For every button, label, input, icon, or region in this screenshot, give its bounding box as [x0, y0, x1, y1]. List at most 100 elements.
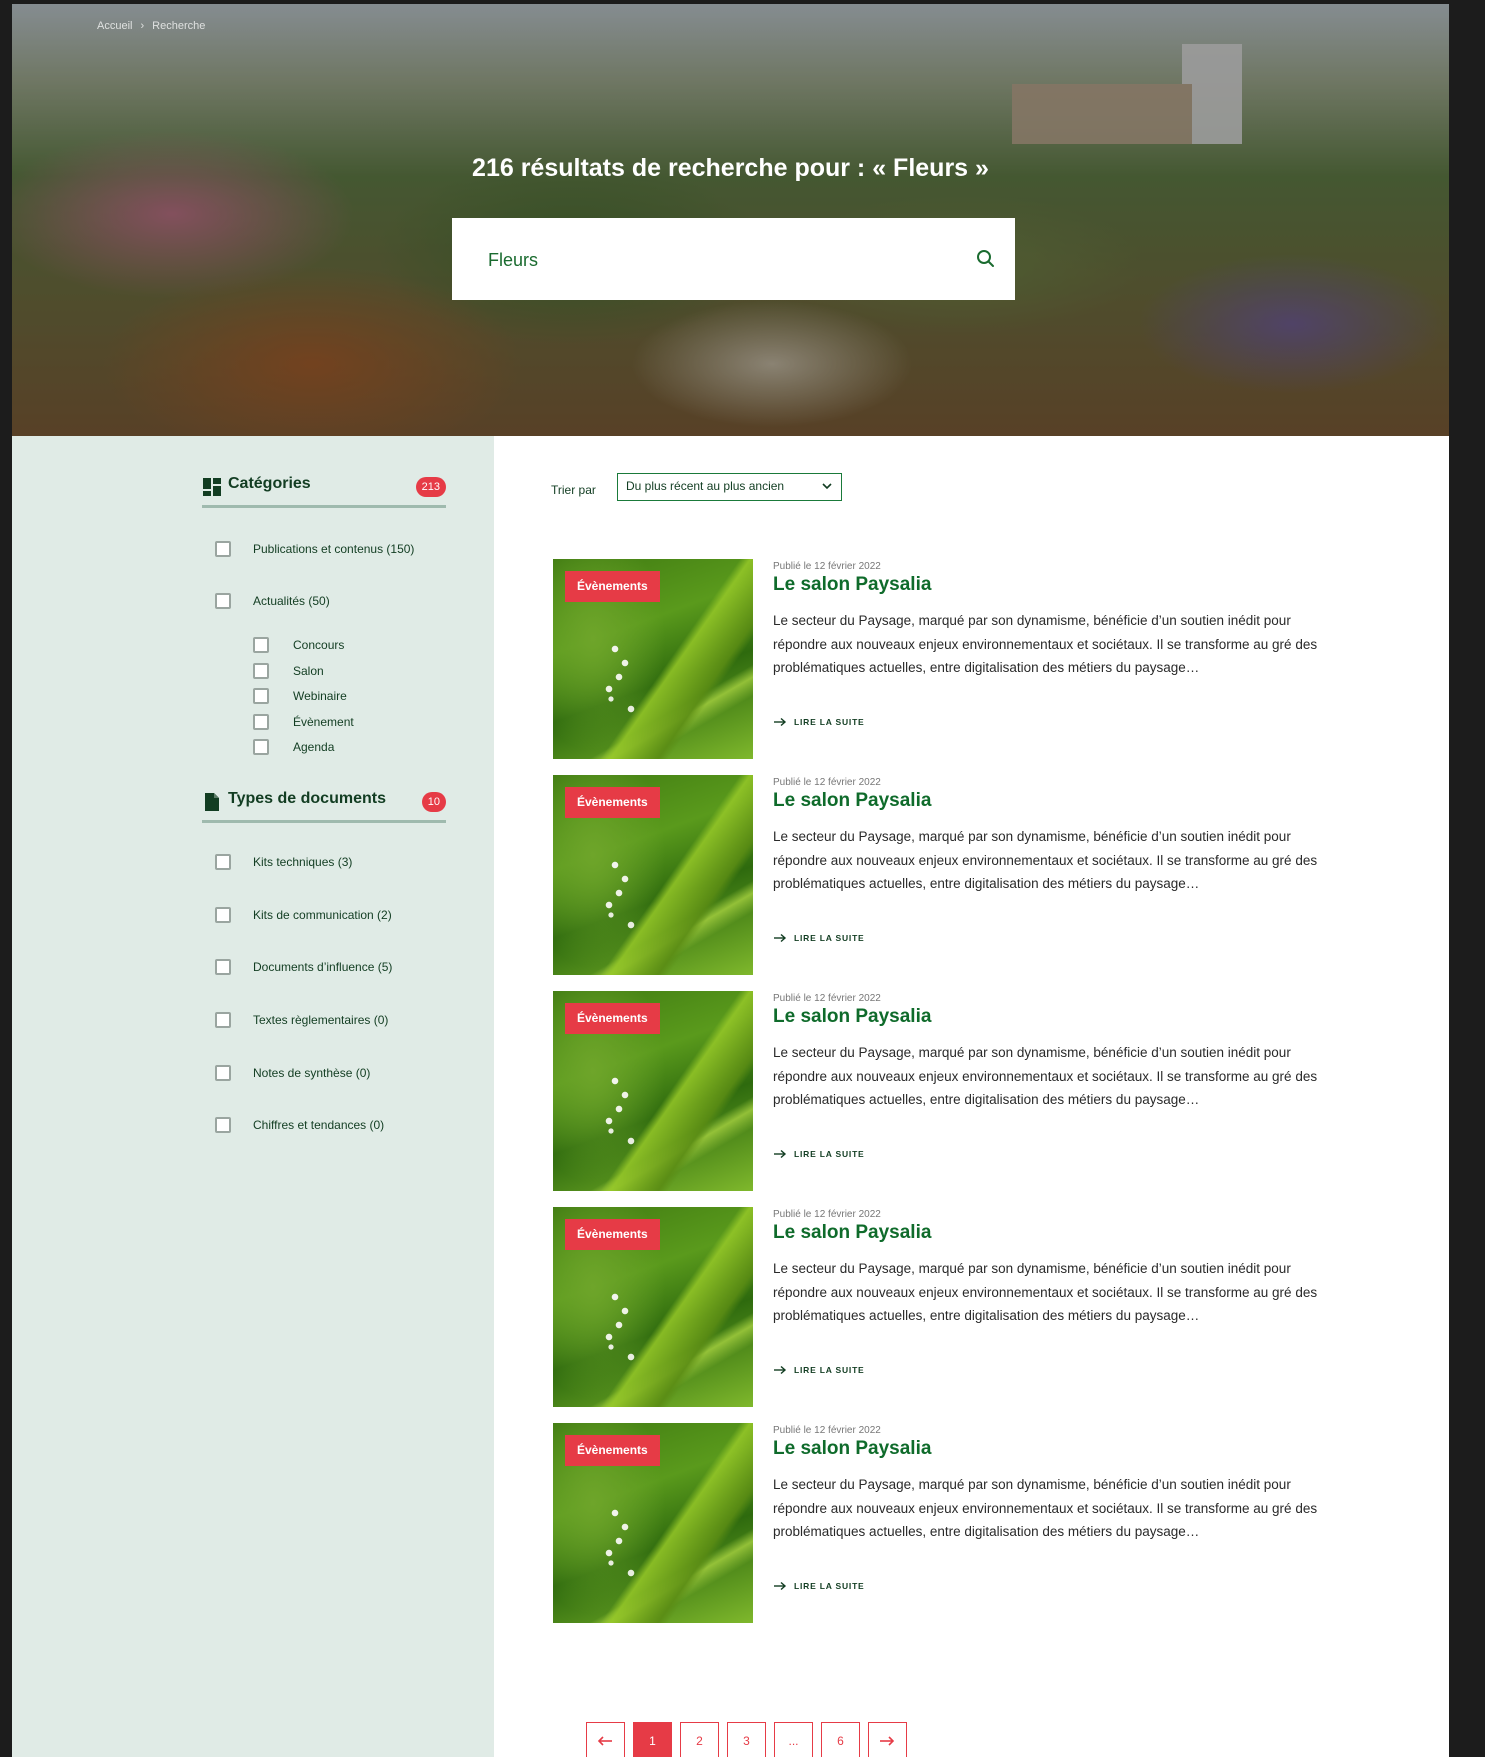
- filter-agenda[interactable]: Agenda: [253, 739, 334, 755]
- filter-notes-synthese[interactable]: Notes de synthèse (0): [215, 1065, 370, 1081]
- breadcrumb-current: Recherche: [152, 20, 206, 32]
- sort-dropdown[interactable]: Du plus récent au plus ancien: [617, 473, 842, 501]
- publish-date: Publié le 12 février 2022: [773, 1209, 881, 1220]
- result-title-link[interactable]: Le salon Paysalia: [773, 790, 931, 812]
- checkbox[interactable]: [215, 959, 231, 975]
- categories-title: Catégories: [228, 475, 311, 492]
- arrow-right-icon: [880, 1736, 895, 1746]
- read-more-link[interactable]: LIRE LA SUITE: [773, 1149, 865, 1159]
- breadcrumb-home[interactable]: Accueil: [97, 20, 132, 32]
- checkbox[interactable]: [215, 854, 231, 870]
- read-more-label: LIRE LA SUITE: [794, 1365, 865, 1375]
- search-box: [452, 218, 1015, 300]
- filter-concours[interactable]: Concours: [253, 637, 344, 653]
- filter-label: Agenda: [293, 740, 335, 754]
- hero-banner: Accueil › Recherche 216 résultats de reche…: [12, 4, 1449, 436]
- result-excerpt: Le secteur du Paysage, marqué par son dy…: [773, 1045, 1318, 1107]
- checkbox[interactable]: [253, 637, 269, 653]
- checkbox[interactable]: [253, 663, 269, 679]
- result-card: Évènements Publié le 12 février 2022 Le …: [553, 775, 1353, 975]
- pagination: 1 2 3 ... 6: [586, 1722, 907, 1757]
- results-title: 216 résultats de recherche pour : « Fleu…: [472, 154, 989, 182]
- filter-textes-reglementaires[interactable]: Textes règlementaires (0): [215, 1012, 388, 1028]
- checkbox[interactable]: [215, 1117, 231, 1133]
- filter-label: Salon: [293, 664, 324, 678]
- search-icon[interactable]: [973, 246, 999, 272]
- filter-label: Webinaire: [293, 689, 347, 703]
- filter-chiffres-tendances[interactable]: Chiffres et tendances (0): [215, 1117, 384, 1133]
- read-more-label: LIRE LA SUITE: [794, 717, 865, 727]
- chevron-down-icon: [822, 483, 832, 490]
- filter-label: Chiffres et tendances (0): [253, 1118, 385, 1132]
- prev-page-button[interactable]: [586, 1722, 625, 1757]
- read-more-link[interactable]: LIRE LA SUITE: [773, 1581, 865, 1591]
- checkbox[interactable]: [215, 907, 231, 923]
- read-more-link[interactable]: LIRE LA SUITE: [773, 717, 865, 727]
- filter-label: Évènement: [293, 715, 354, 729]
- filter-label: Concours: [293, 638, 345, 652]
- result-title-link[interactable]: Le salon Paysalia: [773, 574, 931, 596]
- filter-label: Kits techniques (3): [253, 855, 353, 869]
- filter-label: Notes de synthèse (0): [253, 1066, 371, 1080]
- checkbox[interactable]: [215, 541, 231, 557]
- read-more-link[interactable]: LIRE LA SUITE: [773, 933, 865, 943]
- checkbox[interactable]: [215, 1012, 231, 1028]
- page-button-3[interactable]: 3: [727, 1722, 766, 1757]
- filter-label: Actualités (50): [253, 594, 330, 608]
- checkbox[interactable]: [253, 688, 269, 704]
- filter-label: Textes règlementaires (0): [253, 1013, 389, 1027]
- category-tag: Évènements: [565, 1435, 660, 1466]
- publish-date: Publié le 12 février 2022: [773, 777, 881, 788]
- read-more-label: LIRE LA SUITE: [794, 1149, 865, 1159]
- categories-header: Catégories 213: [202, 465, 446, 508]
- filter-webinaire[interactable]: Webinaire: [253, 688, 347, 704]
- sort-label: Trier par: [551, 483, 596, 497]
- result-title-link[interactable]: Le salon Paysalia: [773, 1006, 931, 1028]
- arrow-right-icon: [774, 933, 787, 943]
- next-page-button[interactable]: [868, 1722, 907, 1757]
- result-title-link[interactable]: Le salon Paysalia: [773, 1438, 931, 1460]
- publish-date: Publié le 12 février 2022: [773, 561, 881, 572]
- page-ellipsis: ...: [774, 1722, 813, 1757]
- dashboard-icon: [203, 478, 221, 496]
- checkbox[interactable]: [215, 1065, 231, 1081]
- breadcrumb: Accueil › Recherche: [97, 20, 205, 32]
- read-more-label: LIRE LA SUITE: [794, 1581, 865, 1591]
- result-excerpt: Le secteur du Paysage, marqué par son dy…: [773, 613, 1318, 675]
- filter-label: Documents d’influence (5): [253, 960, 393, 974]
- document-icon: [205, 793, 219, 811]
- filter-publications[interactable]: Publications et contenus (150): [215, 541, 414, 557]
- category-tag: Évènements: [565, 787, 660, 818]
- result-card: Évènements Publié le 12 février 2022 Le …: [553, 559, 1353, 759]
- arrow-left-icon: [597, 1736, 612, 1746]
- arrow-right-icon: [774, 717, 787, 727]
- filter-actualites[interactable]: Actualités (50): [215, 593, 330, 609]
- arrow-right-icon: [774, 1149, 787, 1159]
- read-more-label: LIRE LA SUITE: [794, 933, 865, 943]
- breadcrumb-separator-icon: ›: [140, 20, 145, 32]
- doc-types-count-badge: 10: [421, 792, 446, 812]
- filter-kits-communication[interactable]: Kits de communication (2): [215, 907, 392, 923]
- result-title-link[interactable]: Le salon Paysalia: [773, 1222, 931, 1244]
- filters-sidebar: [12, 436, 494, 1757]
- checkbox[interactable]: [253, 714, 269, 730]
- publish-date: Publié le 12 février 2022: [773, 1425, 881, 1436]
- page-button-2[interactable]: 2: [680, 1722, 719, 1757]
- doc-types-title: Types de documents: [228, 790, 386, 807]
- read-more-link[interactable]: LIRE LA SUITE: [773, 1365, 865, 1375]
- publish-date: Publié le 12 février 2022: [773, 993, 881, 1004]
- filter-documents-influence[interactable]: Documents d’influence (5): [215, 959, 392, 975]
- checkbox[interactable]: [253, 739, 269, 755]
- doc-types-header: Types de documents 10: [202, 780, 446, 823]
- filter-kits-techniques[interactable]: Kits techniques (3): [215, 854, 352, 870]
- page: Accueil › Recherche 216 résultats de reche…: [12, 4, 1449, 1757]
- result-excerpt: Le secteur du Paysage, marqué par son dy…: [773, 1261, 1318, 1323]
- filter-salon[interactable]: Salon: [253, 663, 324, 679]
- checkbox[interactable]: [215, 593, 231, 609]
- search-input[interactable]: [486, 244, 950, 276]
- page-button-1[interactable]: 1: [633, 1722, 672, 1757]
- result-card: Évènements Publié le 12 février 2022 Le …: [553, 991, 1353, 1191]
- arrow-right-icon: [774, 1581, 787, 1591]
- page-button-6[interactable]: 6: [821, 1722, 860, 1757]
- filter-evenement[interactable]: Évènement: [253, 714, 354, 730]
